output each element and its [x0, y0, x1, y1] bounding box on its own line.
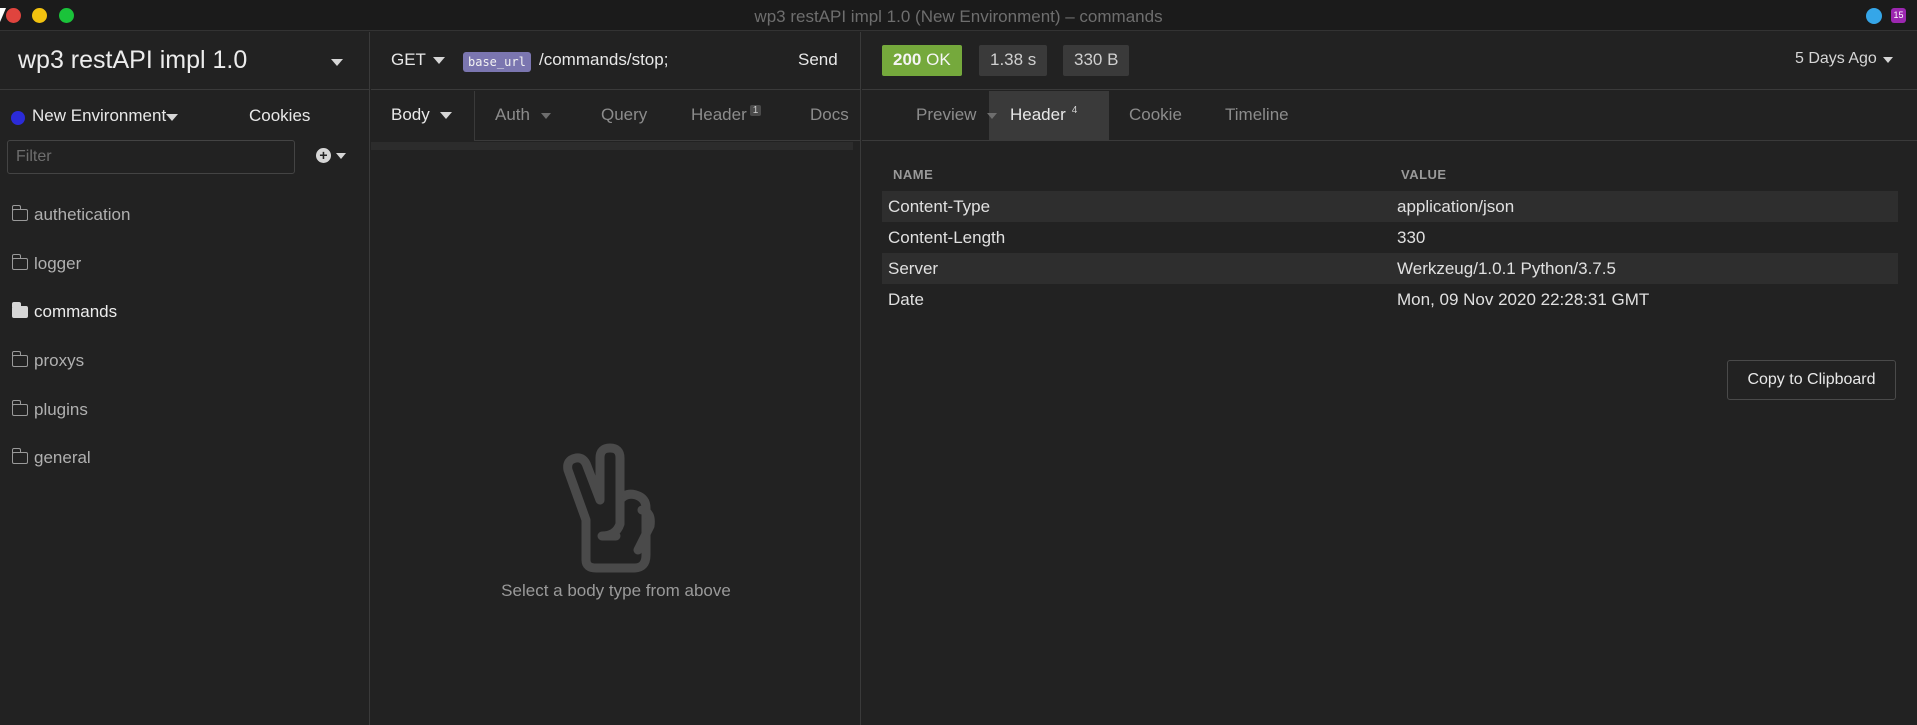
- chevron-down-icon[interactable]: [331, 59, 343, 66]
- chevron-down-icon: [440, 112, 453, 120]
- copy-to-clipboard-button[interactable]: Copy to Clipboard: [1727, 360, 1896, 400]
- url-input[interactable]: /commands/stop;: [539, 50, 668, 70]
- status-text: OK: [926, 50, 951, 69]
- chevron-down-icon[interactable]: [1883, 57, 1893, 63]
- folder-label: proxys: [34, 351, 85, 370]
- tray-badge-icon[interactable]: 15: [1891, 8, 1906, 23]
- tab-response-header[interactable]: Header 4: [1010, 105, 1080, 125]
- body-top-strip: [371, 142, 853, 150]
- header-name: Content-Type: [888, 197, 991, 216]
- environment-row: New Environment Cookies: [0, 91, 370, 141]
- status-code: 200: [893, 50, 922, 69]
- title-bar: wp3 restAPI impl 1.0 (New Environment) –…: [0, 0, 1917, 31]
- tab-label: Header: [1010, 105, 1066, 124]
- request-tabs: Body Auth Query Header 1 Docs: [371, 91, 861, 141]
- folder-icon: [11, 400, 28, 416]
- request-pane: GET base_url /commands/stop; Send Body A…: [371, 32, 861, 725]
- chevron-down-icon: [540, 112, 551, 119]
- header-count-badge: 1: [749, 105, 762, 117]
- response-size-badge: 330 B: [1063, 45, 1130, 76]
- folder-open-icon: [11, 302, 28, 318]
- table-row: Content-Length 330: [882, 222, 1898, 253]
- tab-header[interactable]: Header 1: [691, 105, 762, 125]
- folder-label: plugins: [34, 400, 88, 419]
- folder-icon: [11, 351, 28, 367]
- tab-label: Body: [391, 105, 430, 124]
- table-row: Content-Type application/json: [882, 191, 1898, 222]
- table-row: Date Mon, 09 Nov 2020 22:28:31 GMT: [882, 284, 1898, 315]
- response-tabs: Preview Header 4 Cookie Timeline: [862, 91, 1917, 141]
- header-name: Content-Length: [888, 228, 1006, 247]
- folder-icon: [11, 205, 28, 221]
- header-name: Server: [888, 259, 939, 278]
- header-value: Mon, 09 Nov 2020 22:28:31 GMT: [1397, 290, 1650, 309]
- header-value: application/json: [1397, 197, 1515, 216]
- plus-circle-icon: +: [316, 148, 331, 163]
- tab-label: Auth: [495, 105, 530, 124]
- tab-docs[interactable]: Docs: [810, 105, 849, 125]
- request-body-area: [371, 142, 861, 725]
- peace-hand-icon: [563, 443, 655, 573]
- chevron-down-icon: [336, 153, 346, 159]
- sidebar: wp3 restAPI impl 1.0 New Environment Coo…: [0, 32, 370, 725]
- folder-label: commands: [34, 302, 118, 321]
- environment-color-icon: [11, 111, 25, 125]
- response-time-badge: 1.38 s: [979, 45, 1048, 76]
- folder-label: logger: [34, 254, 82, 273]
- window-title: wp3 restAPI impl 1.0 (New Environment) –…: [754, 7, 1163, 26]
- cookies-button[interactable]: Cookies: [249, 106, 310, 126]
- response-pane: 200 OK 1.38 s 330 B 5 Days Ago Preview H…: [862, 32, 1917, 725]
- chevron-down-icon[interactable]: [166, 114, 178, 121]
- send-button[interactable]: Send: [798, 50, 838, 70]
- folder-label: authetication: [34, 205, 131, 224]
- method-selector[interactable]: GET: [391, 50, 426, 70]
- folder-icon: [11, 448, 28, 464]
- tab-timeline[interactable]: Timeline: [1225, 105, 1289, 125]
- chevron-down-icon: [987, 112, 998, 119]
- workspace-title: wp3 restAPI impl 1.0: [18, 46, 248, 74]
- column-header-value: VALUE: [1401, 167, 1447, 182]
- history-selector[interactable]: 5 Days Ago: [1795, 50, 1877, 68]
- empty-body-message: Select a body type from above: [501, 581, 731, 600]
- url-bar: GET base_url /commands/stop; Send: [371, 32, 861, 90]
- base-url-variable-tag[interactable]: base_url: [463, 52, 531, 72]
- column-header-name: NAME: [893, 167, 934, 182]
- tab-body[interactable]: Body: [391, 105, 453, 125]
- header-value: Werkzeug/1.0.1 Python/3.7.5: [1397, 259, 1616, 278]
- workspace-header[interactable]: wp3 restAPI impl 1.0: [0, 32, 370, 90]
- filter-input[interactable]: [7, 140, 295, 174]
- tab-label: Preview: [916, 105, 977, 124]
- tab-label: Header: [691, 105, 747, 124]
- environment-selector[interactable]: New Environment: [32, 106, 166, 126]
- folder-label: general: [34, 448, 91, 467]
- tab-query[interactable]: Query: [601, 105, 647, 125]
- header-count-badge: 4: [1071, 105, 1078, 117]
- status-badge: 200 OK: [882, 45, 962, 76]
- header-name: Date: [888, 290, 924, 309]
- table-row: Server Werkzeug/1.0.1 Python/3.7.5: [882, 253, 1898, 284]
- tab-auth[interactable]: Auth: [495, 105, 551, 125]
- response-status-bar: 200 OK 1.38 s 330 B 5 Days Ago: [862, 32, 1917, 90]
- add-item-button[interactable]: +: [316, 148, 346, 166]
- tab-cookie[interactable]: Cookie: [1129, 105, 1182, 125]
- tray-status-icon[interactable]: [1866, 8, 1882, 24]
- tab-preview[interactable]: Preview: [916, 105, 998, 125]
- folder-icon: [11, 254, 28, 270]
- chevron-down-icon[interactable]: [433, 57, 445, 64]
- header-value: 330: [1397, 228, 1426, 247]
